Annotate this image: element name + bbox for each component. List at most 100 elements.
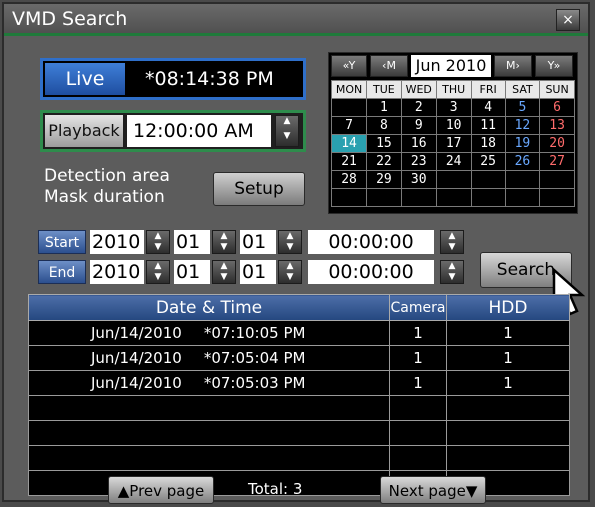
end-year-field[interactable]: 2010 [90, 260, 144, 284]
next-page-button[interactable]: Next page▼ [380, 476, 486, 504]
end-day-stepper[interactable]: ▲ ▼ [278, 260, 302, 284]
camera-cell: 1 [389, 370, 447, 396]
hdd-header[interactable]: HDD [446, 294, 570, 321]
calendar-day[interactable]: 22 [366, 152, 402, 171]
arrow-down-icon[interactable]: ▼ [147, 272, 169, 283]
calendar-day[interactable]: 18 [470, 134, 506, 153]
table-row[interactable]: Jun/14/2010 *07:05:04 PM 1 1 [28, 345, 570, 371]
calendar-day[interactable]: 29 [366, 170, 402, 189]
calendar-day[interactable]: 21 [330, 152, 368, 171]
calendar-day[interactable]: 9 [400, 116, 437, 135]
calendar-day[interactable]: 19 [504, 134, 541, 153]
start-year-field[interactable]: 2010 [90, 230, 144, 254]
arrow-up-icon[interactable]: ▲ [213, 261, 235, 272]
calendar-day[interactable]: 20 [539, 134, 575, 153]
calendar-day[interactable]: 16 [400, 134, 437, 153]
playback-time-field[interactable]: 12:00:00 AM [127, 115, 271, 147]
start-day-stepper[interactable]: ▲ ▼ [278, 230, 302, 254]
calendar-day[interactable]: 14 [330, 134, 368, 153]
start-year-stepper[interactable]: ▲ ▼ [146, 230, 170, 254]
arrow-down-icon[interactable]: ▼ [213, 272, 235, 283]
arrow-up-icon[interactable]: ▲ [147, 261, 169, 272]
live-button[interactable]: Live [45, 63, 125, 95]
arrow-down-icon[interactable]: ▼ [213, 242, 235, 253]
arrow-down-icon[interactable]: ▼ [276, 131, 298, 146]
end-year-stepper[interactable]: ▲ ▼ [146, 260, 170, 284]
arrow-down-icon[interactable]: ▼ [147, 242, 169, 253]
calendar-day [366, 188, 402, 207]
calendar-day[interactable]: 11 [470, 116, 506, 135]
arrow-down-icon[interactable]: ▼ [441, 242, 463, 253]
calendar-day [330, 98, 368, 117]
calendar-day[interactable]: 3 [435, 98, 472, 117]
calendar-day[interactable]: 24 [435, 152, 472, 171]
next-month-button[interactable]: M› [494, 55, 532, 77]
arrow-up-icon[interactable]: ▲ [441, 231, 463, 242]
start-month-field[interactable]: 01 [174, 230, 210, 254]
arrow-up-icon[interactable]: ▲ [213, 231, 235, 242]
weekday-label: MON [330, 80, 368, 99]
calendar-day[interactable]: 17 [435, 134, 472, 153]
camera-cell: 1 [389, 320, 447, 346]
calendar-day[interactable]: 13 [539, 116, 575, 135]
calendar-day[interactable]: 26 [504, 152, 541, 171]
playback-panel: Playback 12:00:00 AM ▲ ▼ [40, 110, 306, 152]
calendar-day[interactable]: 8 [366, 116, 402, 135]
detection-labels: Detection area Mask duration [44, 166, 170, 208]
start-month-stepper[interactable]: ▲ ▼ [212, 230, 236, 254]
end-month-field[interactable]: 01 [174, 260, 210, 284]
datetime-cell [28, 395, 390, 421]
calendar-day[interactable]: 23 [400, 152, 437, 171]
camera-header[interactable]: Camera [389, 294, 447, 321]
arrow-down-icon[interactable]: ▼ [441, 272, 463, 283]
table-row[interactable]: Jun/14/2010 *07:05:03 PM 1 1 [28, 370, 570, 396]
datetime-cell: Jun/14/2010 *07:05:03 PM [28, 370, 390, 396]
playback-time-stepper[interactable]: ▲ ▼ [275, 115, 299, 147]
end-time-stepper[interactable]: ▲ ▼ [440, 260, 464, 284]
end-month-stepper[interactable]: ▲ ▼ [212, 260, 236, 284]
weekday-label: SUN [539, 80, 575, 99]
end-time-field[interactable]: 00:00:00 [308, 260, 434, 284]
calendar-day[interactable]: 4 [470, 98, 506, 117]
prev-page-button[interactable]: ▲Prev page [108, 476, 214, 504]
arrow-up-icon[interactable]: ▲ [147, 231, 169, 242]
playback-button[interactable]: Playback [45, 115, 123, 147]
prev-month-button[interactable]: ‹M [370, 55, 408, 77]
calendar-day[interactable]: 27 [539, 152, 575, 171]
setup-button[interactable]: Setup [213, 172, 305, 206]
arrow-down-icon[interactable]: ▼ [279, 272, 301, 283]
prev-year-button[interactable]: «Y [331, 55, 367, 77]
calendar-day[interactable]: 12 [504, 116, 541, 135]
detection-area-label: Detection area [44, 166, 170, 186]
hdd-cell: 1 [446, 345, 570, 371]
calendar-day[interactable]: 15 [366, 134, 402, 153]
end-day-field[interactable]: 01 [240, 260, 276, 284]
arrow-down-icon[interactable]: ▼ [279, 242, 301, 253]
arrow-up-icon[interactable]: ▲ [279, 261, 301, 272]
arrow-up-icon[interactable]: ▲ [276, 116, 298, 131]
calendar-day[interactable]: 2 [400, 98, 437, 117]
datetime-header[interactable]: Date & Time [28, 294, 390, 321]
date-value: Jun/14/2010 [91, 374, 182, 392]
calendar-day[interactable]: 7 [330, 116, 368, 135]
start-time-field[interactable]: 00:00:00 [308, 230, 434, 254]
start-time-stepper[interactable]: ▲ ▼ [440, 230, 464, 254]
start-day-field[interactable]: 01 [240, 230, 276, 254]
calendar-day[interactable]: 28 [330, 170, 368, 189]
calendar-day[interactable]: 5 [504, 98, 541, 117]
calendar-day[interactable]: 25 [470, 152, 506, 171]
mask-duration-label: Mask duration [44, 187, 165, 207]
calendar-day[interactable]: 1 [366, 98, 402, 117]
calendar-day[interactable]: 10 [435, 116, 472, 135]
table-row[interactable]: Jun/14/2010 *07:10:05 PM 1 1 [28, 320, 570, 346]
calendar-day[interactable]: 6 [539, 98, 575, 117]
weekday-label: WED [400, 80, 437, 99]
hdd-cell [446, 420, 570, 446]
start-label: Start [38, 230, 86, 254]
arrow-up-icon[interactable]: ▲ [441, 261, 463, 272]
calendar-day[interactable]: 30 [400, 170, 437, 189]
close-button[interactable]: × [556, 9, 580, 31]
arrow-up-icon[interactable]: ▲ [279, 231, 301, 242]
next-year-button[interactable]: Y» [535, 55, 573, 77]
calendar-day [504, 170, 541, 189]
